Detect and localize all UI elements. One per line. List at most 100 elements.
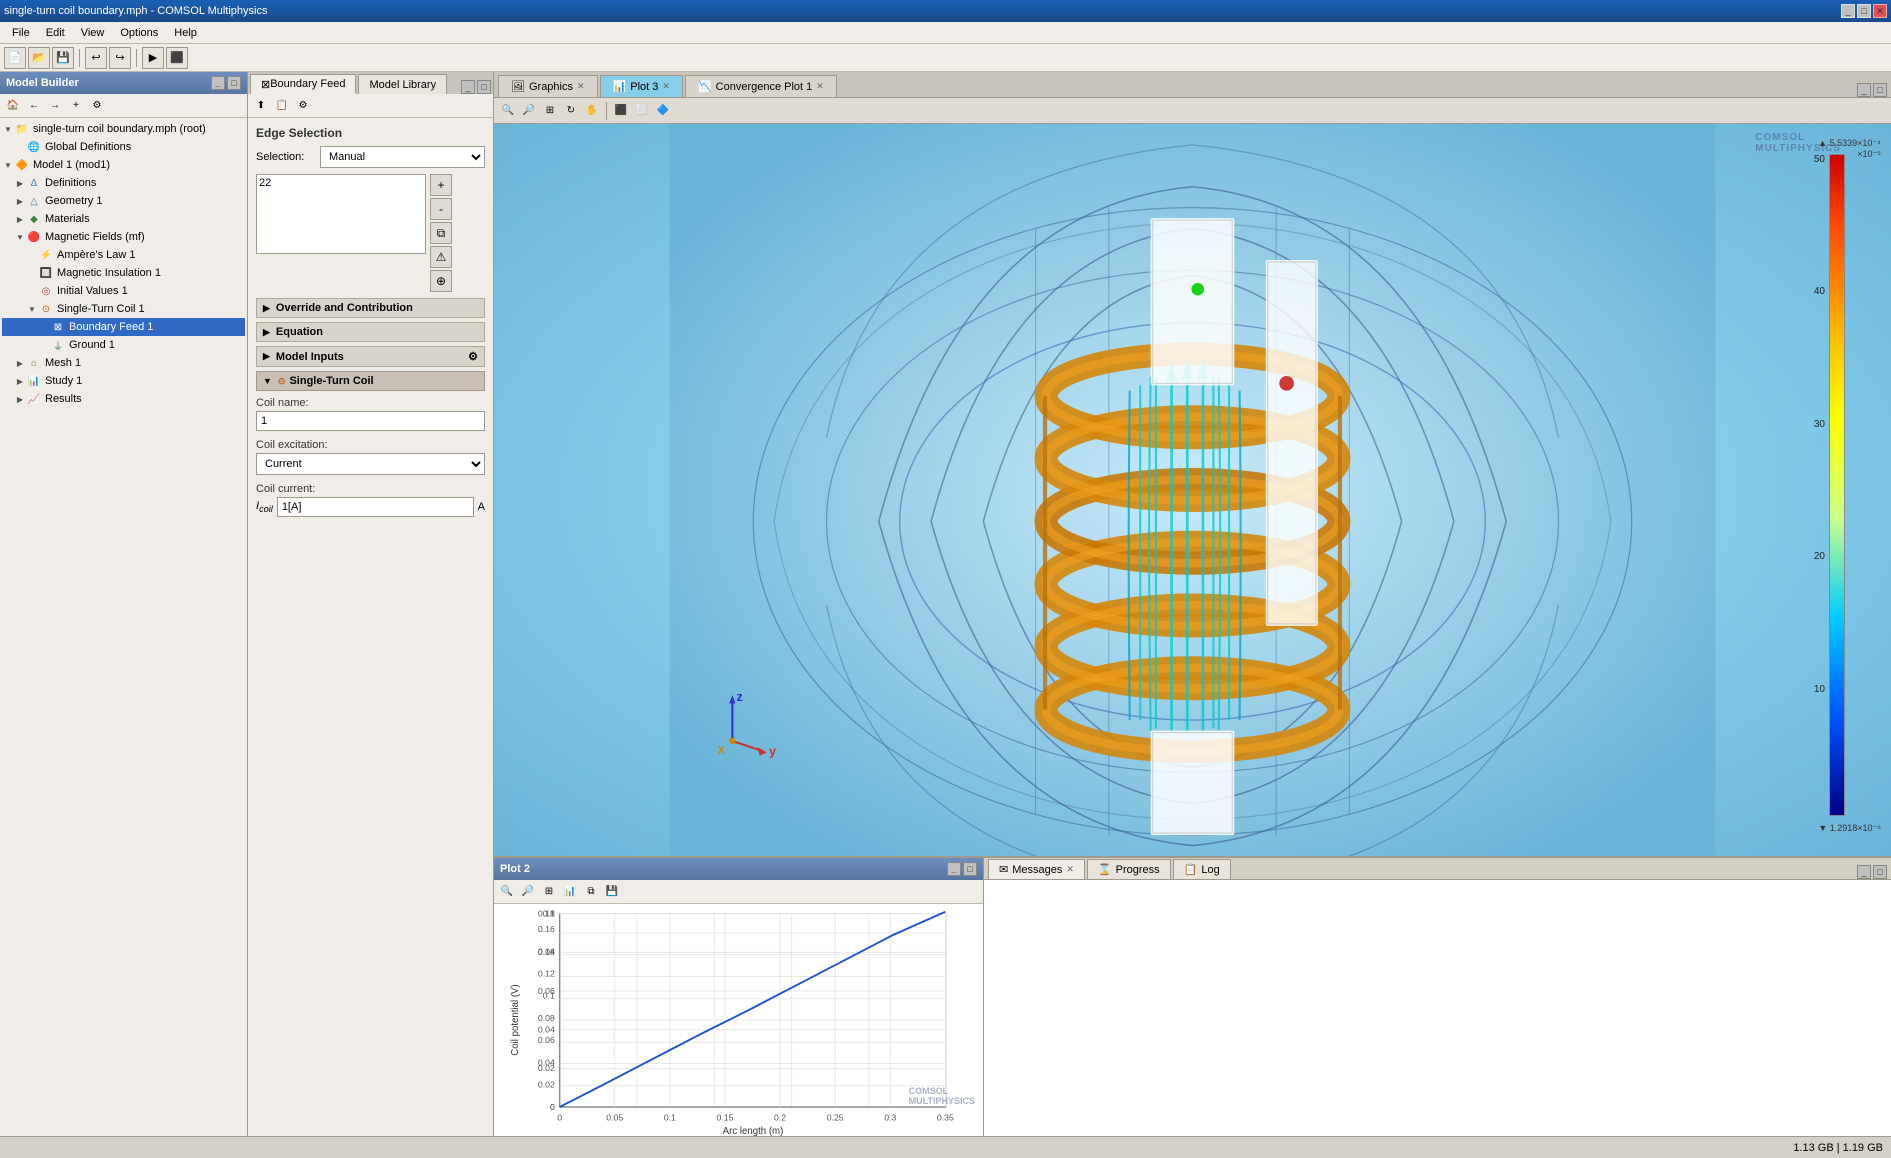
tab-plot3[interactable]: 📊 Plot 3 ✕ — [600, 75, 683, 97]
coil-name-group: Coil name: — [256, 397, 485, 431]
view-front[interactable]: ⬛ — [611, 102, 631, 120]
tree-item-mesh1[interactable]: ▶ ⌂ Mesh 1 — [2, 354, 245, 372]
edge-center-btn[interactable]: ⊕ — [430, 270, 452, 292]
tree-item-study1[interactable]: ▶ 📊 Study 1 — [2, 372, 245, 390]
mid-panel-minimize[interactable]: _ — [461, 80, 475, 94]
minimize-button[interactable]: _ — [1841, 4, 1855, 18]
memory-usage: 1.13 GB | 1.19 GB — [1793, 1142, 1883, 1154]
edge-add-btn[interactable]: + — [430, 174, 452, 196]
tree-icon-bfeed: ⊠ — [50, 319, 66, 335]
tab-boundary-feed[interactable]: ⊠ Boundary Feed — [250, 74, 356, 94]
coil-name-input[interactable] — [256, 411, 485, 431]
tree-item-mf[interactable]: ▼ 🔴 Magnetic Fields (mf) — [2, 228, 245, 246]
tab-plot3-close[interactable]: ✕ — [662, 81, 670, 92]
menu-file[interactable]: File — [4, 25, 38, 41]
tree-item-ampere[interactable]: ⚡ Ampère's Law 1 — [2, 246, 245, 264]
settings-btn[interactable]: ⚙ — [87, 97, 107, 115]
msg-maximize[interactable]: □ — [1873, 865, 1887, 879]
tab-graphics[interactable]: 🖼 Graphics ✕ — [498, 75, 598, 97]
zoom-in-btn[interactable]: 🔍 — [498, 102, 518, 120]
back-btn[interactable]: ← — [24, 97, 44, 115]
selection-dropdown[interactable]: Manual — [320, 146, 485, 168]
rotate-btn[interactable]: ↻ — [561, 102, 581, 120]
save-button[interactable]: 💾 — [52, 47, 74, 69]
mid-tool-2[interactable]: 📋 — [272, 97, 292, 115]
tab-convergence[interactable]: 📉 Convergence Plot 1 ✕ — [685, 75, 837, 97]
plot2-area: COMSOLMULTIPHYSICS — [494, 904, 983, 1136]
toolbar-sep-2 — [136, 49, 137, 67]
view-top[interactable]: ⬜ — [632, 102, 652, 120]
graphics-panel-minimize[interactable]: _ — [1857, 83, 1871, 97]
tab-convergence-close[interactable]: ✕ — [816, 81, 824, 92]
svg-text:0.05: 0.05 — [606, 1113, 623, 1123]
edge-remove-btn[interactable]: - — [430, 198, 452, 220]
compute-button[interactable]: ▶ — [142, 47, 164, 69]
tree-item-mag-ins[interactable]: 🔲 Magnetic Insulation 1 — [2, 264, 245, 282]
tree-label-study: Study 1 — [45, 375, 82, 387]
plot2-zoom-out[interactable]: 🔎 — [518, 883, 538, 901]
tree-item-definitions[interactable]: ▶ Δ Definitions — [2, 174, 245, 192]
home-btn[interactable]: 🏠 — [3, 97, 23, 115]
edge-warn-btn[interactable]: ⚠ — [430, 246, 452, 268]
plot2-maximize[interactable]: □ — [963, 862, 977, 876]
coil-current-input[interactable] — [277, 497, 474, 517]
model-inputs-header[interactable]: ▶ Model Inputs ⚙ — [256, 346, 485, 367]
tree-item-root[interactable]: ▼ 📁 single-turn coil boundary.mph (root) — [2, 120, 245, 138]
tab-log[interactable]: 📋 Log — [1173, 859, 1231, 879]
tab-messages[interactable]: ✉ Messages ✕ — [988, 859, 1085, 879]
mid-tool-3[interactable]: ⚙ — [293, 97, 313, 115]
tab-messages-close[interactable]: ✕ — [1066, 864, 1074, 875]
tree-item-bfeed1[interactable]: ⊠ Boundary Feed 1 — [2, 318, 245, 336]
menu-view[interactable]: View — [73, 25, 113, 41]
close-button[interactable]: ✕ — [1873, 4, 1887, 18]
plot2-copy[interactable]: ⧉ — [581, 883, 601, 901]
plot2-watermark: COMSOLMULTIPHYSICS — [909, 1086, 975, 1106]
edge-copy-btn[interactable]: ⧉ — [430, 222, 452, 244]
equation-section-header[interactable]: ▶ Equation — [256, 322, 485, 342]
graphics-panel-maximize[interactable]: □ — [1873, 83, 1887, 97]
plot2-fit[interactable]: ⊞ — [539, 883, 559, 901]
undo-button[interactable]: ↩ — [85, 47, 107, 69]
mid-tool-1[interactable]: ⬆ — [251, 97, 271, 115]
tree-arrow-mesh: ▶ — [14, 359, 26, 368]
mid-panel-maximize[interactable]: □ — [477, 80, 491, 94]
msg-minimize[interactable]: _ — [1857, 865, 1871, 879]
menu-help[interactable]: Help — [166, 25, 205, 41]
plot2-export[interactable]: 💾 — [602, 883, 622, 901]
tree-item-init[interactable]: ◎ Initial Values 1 — [2, 282, 245, 300]
plot2-zoom-in[interactable]: 🔍 — [497, 883, 517, 901]
tree-item-geom1[interactable]: ▶ △ Geometry 1 — [2, 192, 245, 210]
tree-item-global-def[interactable]: 🌐 Global Definitions — [2, 138, 245, 156]
pan-btn[interactable]: ✋ — [582, 102, 602, 120]
svg-text:0.2: 0.2 — [774, 1113, 786, 1123]
add-node-btn[interactable]: + — [66, 97, 86, 115]
tree-icon-mat: ◆ — [26, 211, 42, 227]
maximize-button[interactable]: □ — [1857, 4, 1871, 18]
single-turn-section[interactable]: ▼ ⊙ Single-Turn Coil — [256, 371, 485, 391]
tree-item-ground1[interactable]: ⏚ Ground 1 — [2, 336, 245, 354]
menu-edit[interactable]: Edit — [38, 25, 73, 41]
plot2-minimize[interactable]: _ — [947, 862, 961, 876]
tab-progress[interactable]: ⌛ Progress — [1087, 859, 1171, 879]
forward-btn[interactable]: → — [45, 97, 65, 115]
tree-item-coil1[interactable]: ▼ ⊙ Single-Turn Coil 1 — [2, 300, 245, 318]
panel-maximize[interactable]: □ — [227, 76, 241, 90]
redo-button[interactable]: ↪ — [109, 47, 131, 69]
override-section-header[interactable]: ▶ Override and Contribution — [256, 298, 485, 318]
plot2-table[interactable]: 📊 — [560, 883, 580, 901]
tab-model-library[interactable]: Model Library — [358, 74, 447, 94]
zoom-out-btn[interactable]: 🔎 — [519, 102, 539, 120]
zoom-fit-btn[interactable]: ⊞ — [540, 102, 560, 120]
stop-button[interactable]: ⬛ — [166, 47, 188, 69]
tab-graphics-close[interactable]: ✕ — [577, 81, 585, 92]
tree-item-materials[interactable]: ▶ ◆ Materials — [2, 210, 245, 228]
menu-options[interactable]: Options — [112, 25, 166, 41]
coil-excitation-select[interactable]: Current — [256, 453, 485, 475]
panel-minimize[interactable]: _ — [211, 76, 225, 90]
open-button[interactable]: 📂 — [28, 47, 50, 69]
tree-item-results[interactable]: ▶ 📈 Results — [2, 390, 245, 408]
tree-item-model1[interactable]: ▼ 🔶 Model 1 (mod1) — [2, 156, 245, 174]
graphics-panel: 🖼 Graphics ✕ 📊 Plot 3 ✕ 📉 Convergence Pl… — [494, 72, 1891, 1136]
view-3d[interactable]: 🔷 — [653, 102, 673, 120]
new-button[interactable]: 📄 — [4, 47, 26, 69]
